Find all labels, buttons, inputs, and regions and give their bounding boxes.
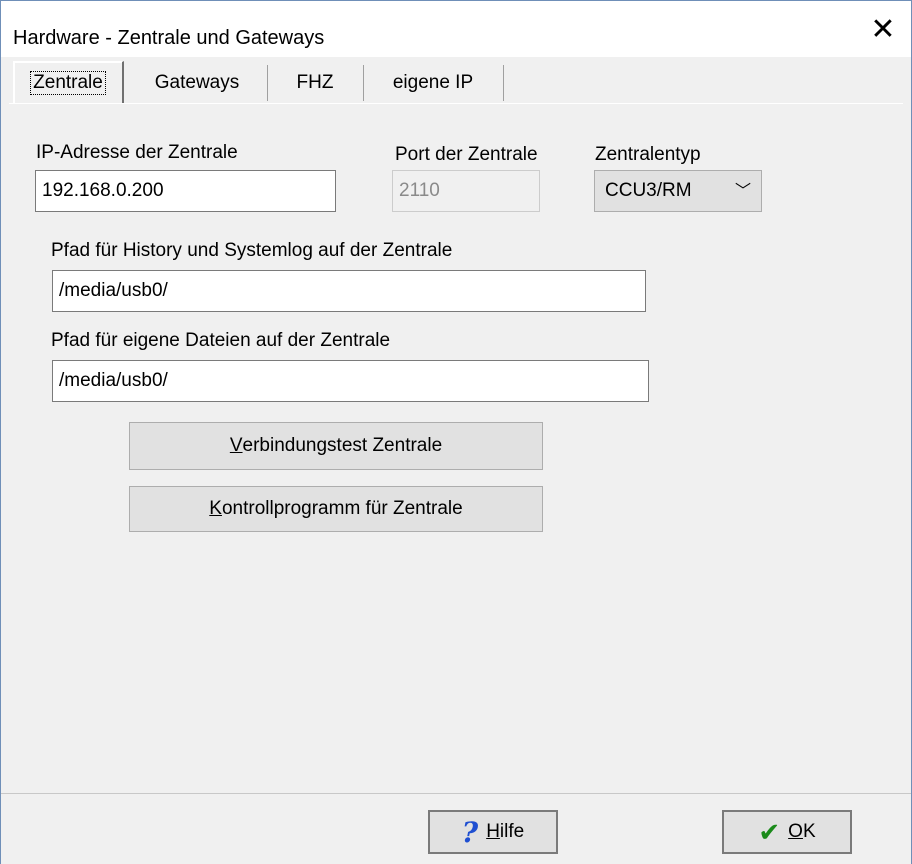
history-path-label: Pfad für History und Systemlog auf der Z… (51, 240, 453, 261)
tab-label: Zentrale (30, 71, 106, 95)
window-title: Hardware - Zentrale und Gateways (13, 27, 325, 49)
close-icon[interactable]: ✕ (855, 1, 911, 57)
port-input: 2110 (392, 170, 540, 212)
files-path-input[interactable]: /media/usb0/ (52, 360, 649, 402)
help-button[interactable]: ? Hilfe (428, 810, 558, 854)
files-path-label: Pfad für eigene Dateien auf der Zentrale (51, 330, 391, 351)
ok-button[interactable]: ✔ OK (722, 810, 852, 854)
chevron-down-icon: ﹀ (734, 183, 751, 200)
tab-eigene-ip[interactable]: eigene IP (363, 65, 504, 101)
help-icon: ? (461, 815, 479, 849)
tab-gateways[interactable]: Gateways (127, 65, 268, 101)
port-label: Port der Zentrale (395, 144, 538, 165)
tab-zentrale[interactable]: Zentrale (13, 61, 124, 104)
button-label: erbindungstest Zentrale (242, 435, 443, 456)
tab-label: eigene IP (392, 72, 474, 93)
button-label: ilfe (499, 821, 525, 842)
control-program-button[interactable]: Kontrollprogramm für Zentrale (129, 486, 543, 532)
tab-strip: Zentrale Gateways FHZ eigene IP (9, 57, 909, 104)
accel-key: K (209, 498, 222, 519)
accel-key: H (486, 821, 500, 842)
tab-label: Gateways (154, 72, 240, 93)
zentralentyp-value: CCU3/RM (605, 180, 692, 201)
button-label: K (802, 821, 816, 842)
dialog-window: Hardware - Zentrale und Gateways ✕ Zentr… (0, 0, 912, 864)
button-label: ontrollprogramm für Zentrale (221, 498, 463, 519)
tab-panel-zentrale: IP-Adresse der Zentrale 192.168.0.200 Po… (9, 103, 903, 794)
connection-test-button[interactable]: Verbindungstest Zentrale (129, 422, 543, 470)
title-bar: Hardware - Zentrale und Gateways ✕ (1, 1, 911, 57)
accel-key: V (229, 435, 243, 456)
zentralentyp-select[interactable]: CCU3/RM ﹀ (594, 170, 762, 212)
tab-fhz[interactable]: FHZ (267, 65, 364, 101)
history-path-input[interactable]: /media/usb0/ (52, 270, 646, 312)
dialog-footer: ? Hilfe ✔ OK (1, 793, 911, 864)
ip-address-input[interactable]: 192.168.0.200 (35, 170, 336, 212)
checkmark-icon: ✔ (758, 816, 781, 847)
tab-label: FHZ (296, 72, 334, 93)
ip-address-label: IP-Adresse der Zentrale (36, 142, 238, 163)
accel-key: O (788, 821, 803, 842)
zentralentyp-label: Zentralentyp (595, 144, 701, 165)
